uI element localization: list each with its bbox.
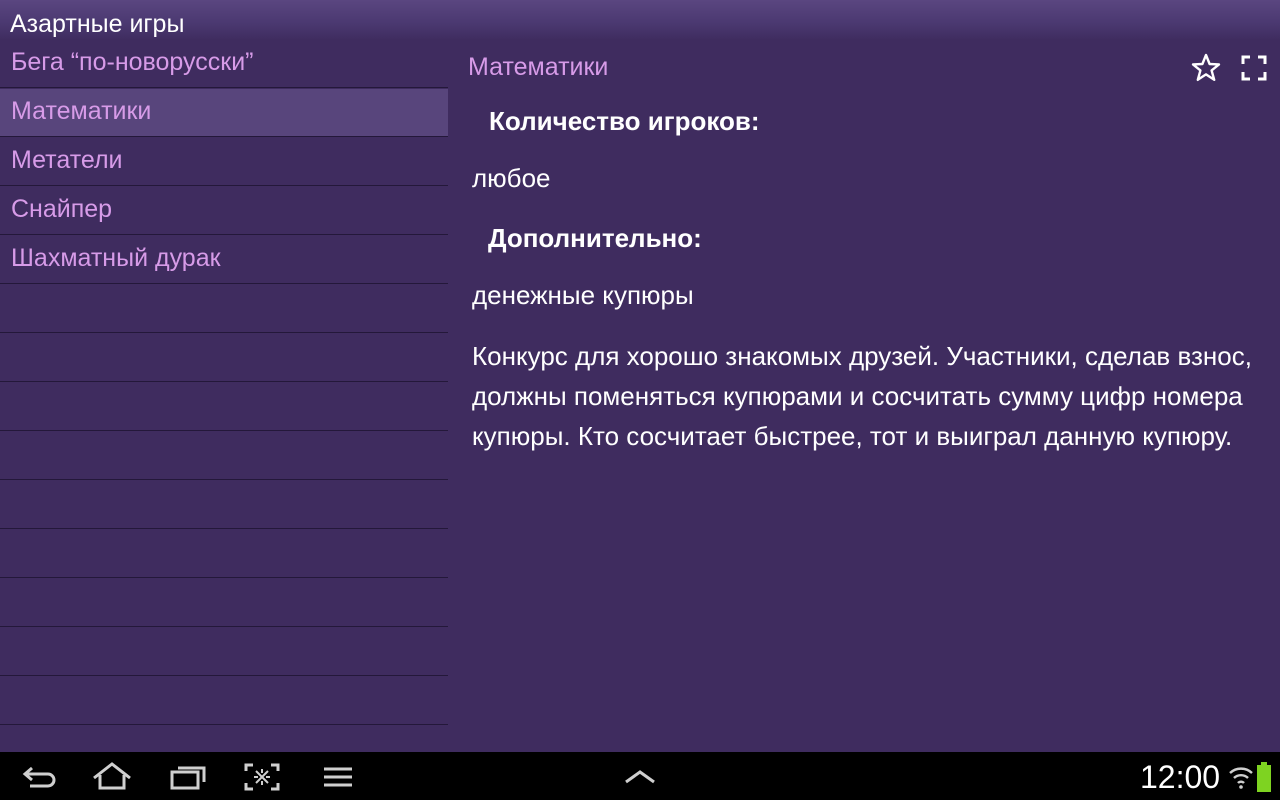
- app-window: Азартные игры Бега “по-новорусски” Матем…: [0, 0, 1280, 752]
- list-item-label: Шахматный дурак: [11, 244, 221, 272]
- list-item-empty: [0, 383, 448, 431]
- screenshot-icon: [244, 763, 280, 791]
- list-item-empty: [0, 285, 448, 333]
- detail-title: Математики: [468, 53, 609, 81]
- recent-apps-icon: [170, 766, 206, 790]
- list-item-label: Метатели: [11, 146, 123, 174]
- list-item-shakhmatny-durak[interactable]: Шахматный дурак: [0, 236, 448, 284]
- clock: 12:00: [1140, 759, 1221, 795]
- list-item-label: Бега “по-новорусски”: [11, 48, 254, 76]
- title-bar: Азартные игры: [0, 0, 1280, 40]
- star-outline-icon: [1191, 53, 1221, 81]
- detail-pane: Математики Количество игроков: любое Доп…: [448, 40, 1280, 752]
- games-list[interactable]: Бега “по-новорусски” Математики Метатели…: [0, 40, 448, 752]
- home-button[interactable]: [90, 760, 134, 794]
- list-item-label: Снайпер: [11, 195, 113, 223]
- list-item-empty: [0, 628, 448, 676]
- players-heading: Количество игроков:: [489, 106, 760, 136]
- list-item-empty: [0, 579, 448, 627]
- extra-value: денежные купюры: [472, 280, 694, 310]
- system-navigation-bar: 12:00: [0, 752, 1280, 800]
- list-item-snaiper[interactable]: Снайпер: [0, 187, 448, 235]
- app-title: Азартные игры: [10, 10, 185, 38]
- list-item-empty: [0, 334, 448, 382]
- home-icon: [93, 762, 131, 790]
- back-icon: [22, 766, 56, 788]
- list-item-empty: [0, 530, 448, 578]
- notification-shade-button[interactable]: [618, 760, 662, 794]
- back-button[interactable]: [18, 760, 62, 794]
- game-description: Конкурс для хорошо знакомых друзей. Учас…: [472, 341, 1252, 451]
- list-item-matematiki[interactable]: Математики: [0, 89, 448, 137]
- menu-button[interactable]: [316, 760, 360, 794]
- fullscreen-icon: [1241, 55, 1267, 81]
- list-item-empty: [0, 432, 448, 480]
- recent-apps-button[interactable]: [166, 760, 210, 794]
- list-item-bega[interactable]: Бега “по-новорусски”: [0, 40, 448, 88]
- list-item-empty: [0, 677, 448, 725]
- menu-icon: [324, 767, 352, 787]
- fullscreen-button[interactable]: [1238, 52, 1270, 84]
- battery-icon: [1257, 762, 1271, 792]
- list-item-metateli[interactable]: Метатели: [0, 138, 448, 186]
- list-item-empty: [0, 481, 448, 529]
- players-value: любое: [472, 163, 551, 193]
- wifi-icon: [1229, 767, 1253, 789]
- screenshot-button[interactable]: [240, 760, 284, 794]
- list-item-label: Математики: [11, 97, 152, 125]
- favorite-button[interactable]: [1190, 52, 1222, 84]
- extra-heading: Дополнительно:: [488, 223, 702, 253]
- chevron-up-icon: [625, 770, 655, 784]
